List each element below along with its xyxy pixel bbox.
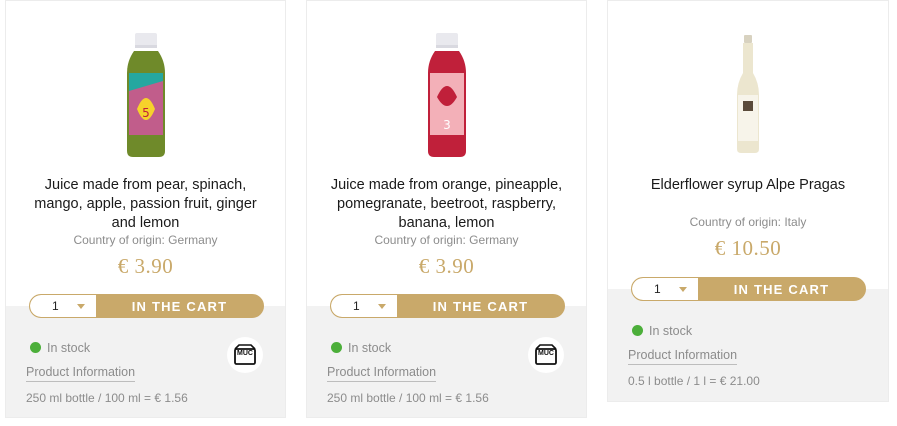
badge-label: MUC: [237, 350, 253, 357]
stock-status: In stock: [632, 324, 692, 338]
quantity-select[interactable]: 1: [632, 278, 698, 300]
product-card: 5 Juice made from pear, spinach, mango, …: [5, 0, 286, 418]
add-to-cart-button[interactable]: IN THE CART: [397, 295, 564, 317]
in-stock-dot-icon: [30, 342, 41, 353]
product-title[interactable]: Elderflower syrup Alpe Pragas: [628, 176, 868, 195]
country-of-origin: Country of origin: Germany: [73, 233, 218, 247]
quantity-value: 1: [52, 299, 59, 313]
chevron-down-icon: [378, 304, 386, 309]
stock-label: In stock: [348, 341, 392, 355]
in-stock-dot-icon: [632, 325, 643, 336]
juice-bottle-image[interactable]: 3: [424, 31, 470, 161]
add-to-cart-row: 1 IN THE CART: [631, 277, 866, 301]
stock-label: In stock: [47, 341, 91, 355]
stock-status: In stock: [30, 341, 90, 355]
product-card: Elderflower syrup Alpe Pragas Country of…: [607, 0, 889, 402]
juice-bottle-image[interactable]: 5: [123, 31, 169, 161]
stock-label: In stock: [649, 324, 693, 338]
base-price: 0.5 l bottle / 1 l = € 21.00: [628, 374, 760, 388]
product-price: € 10.50: [714, 236, 782, 260]
svg-text:5: 5: [142, 106, 150, 120]
product-card: 3 Juice made from orange, pineapple, pom…: [306, 0, 587, 418]
chevron-down-icon: [77, 304, 85, 309]
add-to-cart-button[interactable]: IN THE CART: [96, 295, 263, 317]
base-price: 250 ml bottle / 100 ml = € 1.56: [327, 391, 489, 405]
base-price: 250 ml bottle / 100 ml = € 1.56: [26, 391, 188, 405]
stock-status: In stock: [331, 341, 391, 355]
muc-delivery-badge: MUC: [227, 337, 263, 373]
product-title[interactable]: Juice made from orange, pineapple, pomeg…: [327, 176, 566, 233]
add-to-cart-row: 1 IN THE CART: [330, 294, 565, 318]
product-price: € 3.90: [418, 254, 475, 278]
badge-label: MUC: [538, 350, 554, 357]
country-of-origin: Country of origin: Italy: [689, 215, 807, 229]
product-price: € 3.90: [117, 254, 174, 278]
muc-delivery-badge: MUC: [528, 337, 564, 373]
product-title[interactable]: Juice made from pear, spinach, mango, ap…: [26, 176, 265, 233]
chevron-down-icon: [679, 287, 687, 292]
in-stock-dot-icon: [331, 342, 342, 353]
quantity-select[interactable]: 1: [331, 295, 397, 317]
quantity-select[interactable]: 1: [30, 295, 96, 317]
product-information-link[interactable]: Product Information: [327, 365, 437, 382]
product-information-link[interactable]: Product Information: [628, 348, 738, 365]
quantity-value: 1: [353, 299, 360, 313]
country-of-origin: Country of origin: Germany: [374, 233, 519, 247]
quantity-value: 1: [654, 282, 661, 296]
syrup-bottle-image[interactable]: [733, 33, 763, 155]
add-to-cart-row: 1 IN THE CART: [29, 294, 264, 318]
product-information-link[interactable]: Product Information: [26, 365, 136, 382]
svg-text:3: 3: [443, 118, 451, 132]
add-to-cart-button[interactable]: IN THE CART: [698, 278, 865, 300]
